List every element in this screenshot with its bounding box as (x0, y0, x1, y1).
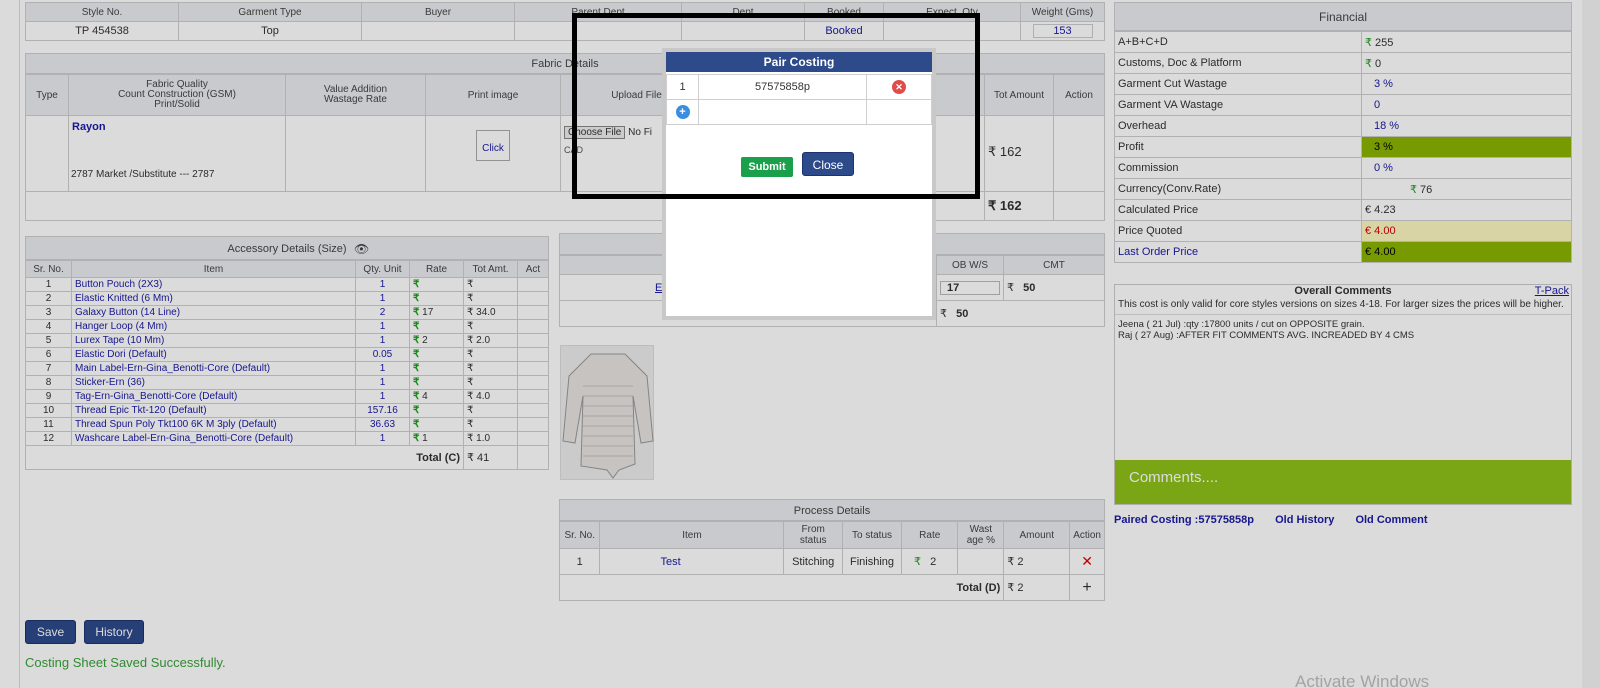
costing-sheet-page: Style No. Garment Type Buyer Parent Dept… (0, 0, 1600, 688)
highlight-frame (572, 13, 980, 199)
windows-watermark: Activate Windows (1295, 672, 1430, 688)
